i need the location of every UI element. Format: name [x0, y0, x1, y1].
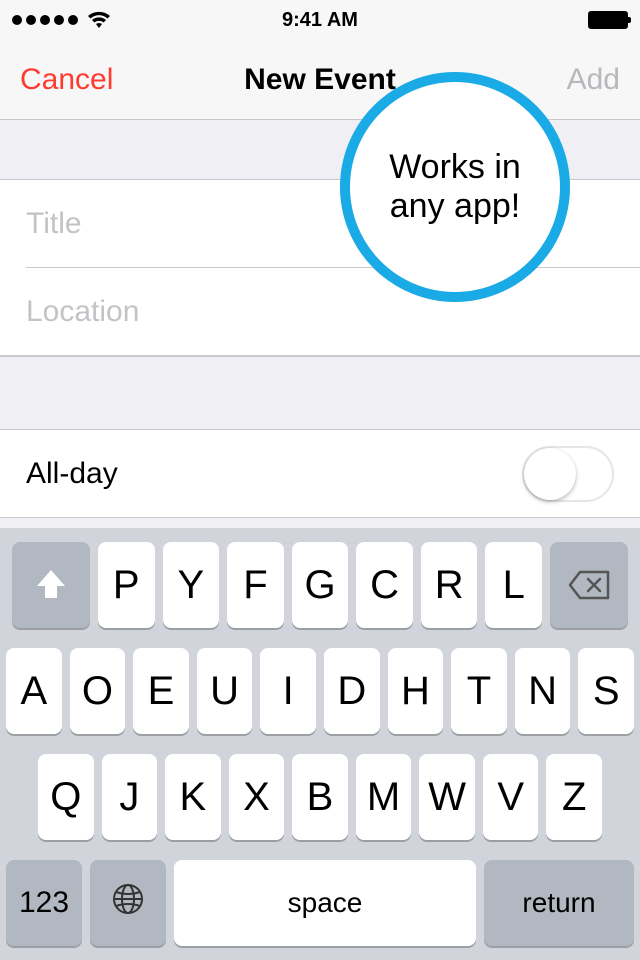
key-v[interactable]: V: [483, 754, 539, 840]
form-group-allday: All-day: [0, 430, 640, 518]
globe-icon: [111, 882, 145, 924]
key-t[interactable]: T: [451, 648, 507, 734]
key-m[interactable]: M: [356, 754, 412, 840]
key-p[interactable]: P: [98, 542, 155, 628]
page-title: New Event: [244, 63, 396, 97]
status-right: [488, 11, 628, 29]
nav-bar: Cancel New Event Add: [0, 40, 640, 120]
allday-label: All-day: [26, 457, 522, 491]
allday-row: All-day: [0, 430, 640, 518]
wifi-icon: [86, 10, 112, 30]
shift-key[interactable]: [12, 542, 90, 628]
key-k[interactable]: K: [165, 754, 221, 840]
status-left: [12, 10, 152, 30]
add-button[interactable]: Add: [567, 63, 620, 97]
key-e[interactable]: E: [133, 648, 189, 734]
key-c[interactable]: C: [356, 542, 413, 628]
space-key[interactable]: space: [174, 860, 476, 946]
key-s[interactable]: S: [578, 648, 634, 734]
return-key[interactable]: return: [484, 860, 634, 946]
location-row[interactable]: [0, 268, 640, 356]
keyboard-row-3: Q J K X B M W V Z: [6, 754, 634, 840]
allday-toggle[interactable]: [522, 446, 614, 502]
globe-key[interactable]: [90, 860, 166, 946]
keyboard-row-2: A O E U I D H T N S: [6, 648, 634, 734]
location-input[interactable]: [26, 295, 614, 329]
section-spacer: [0, 356, 640, 430]
keyboard: P Y F G C R L A O E U I D H T N S Q J K …: [0, 528, 640, 960]
numbers-key[interactable]: 123: [6, 860, 82, 946]
promo-callout: Works in any app!: [340, 72, 570, 302]
key-a[interactable]: A: [6, 648, 62, 734]
key-o[interactable]: O: [70, 648, 126, 734]
keyboard-row-1: P Y F G C R L: [6, 542, 634, 628]
key-y[interactable]: Y: [163, 542, 220, 628]
key-d[interactable]: D: [324, 648, 380, 734]
key-z[interactable]: Z: [546, 754, 602, 840]
key-j[interactable]: J: [102, 754, 158, 840]
key-g[interactable]: G: [292, 542, 349, 628]
toggle-knob: [524, 448, 576, 500]
key-w[interactable]: W: [419, 754, 475, 840]
signal-dots-icon: [12, 15, 78, 25]
key-b[interactable]: B: [292, 754, 348, 840]
key-u[interactable]: U: [197, 648, 253, 734]
key-f[interactable]: F: [227, 542, 284, 628]
promo-text: Works in any app!: [360, 148, 550, 226]
backspace-key[interactable]: [550, 542, 628, 628]
cancel-button[interactable]: Cancel: [20, 63, 113, 97]
key-x[interactable]: X: [229, 754, 285, 840]
key-q[interactable]: Q: [38, 754, 94, 840]
key-i[interactable]: I: [260, 648, 316, 734]
key-l[interactable]: L: [485, 542, 542, 628]
status-bar: 9:41 AM: [0, 0, 640, 40]
key-h[interactable]: H: [388, 648, 444, 734]
status-time: 9:41 AM: [282, 9, 358, 32]
key-r[interactable]: R: [421, 542, 478, 628]
battery-icon: [588, 11, 628, 29]
key-n[interactable]: N: [515, 648, 571, 734]
keyboard-row-4: 123 space return: [6, 860, 634, 946]
